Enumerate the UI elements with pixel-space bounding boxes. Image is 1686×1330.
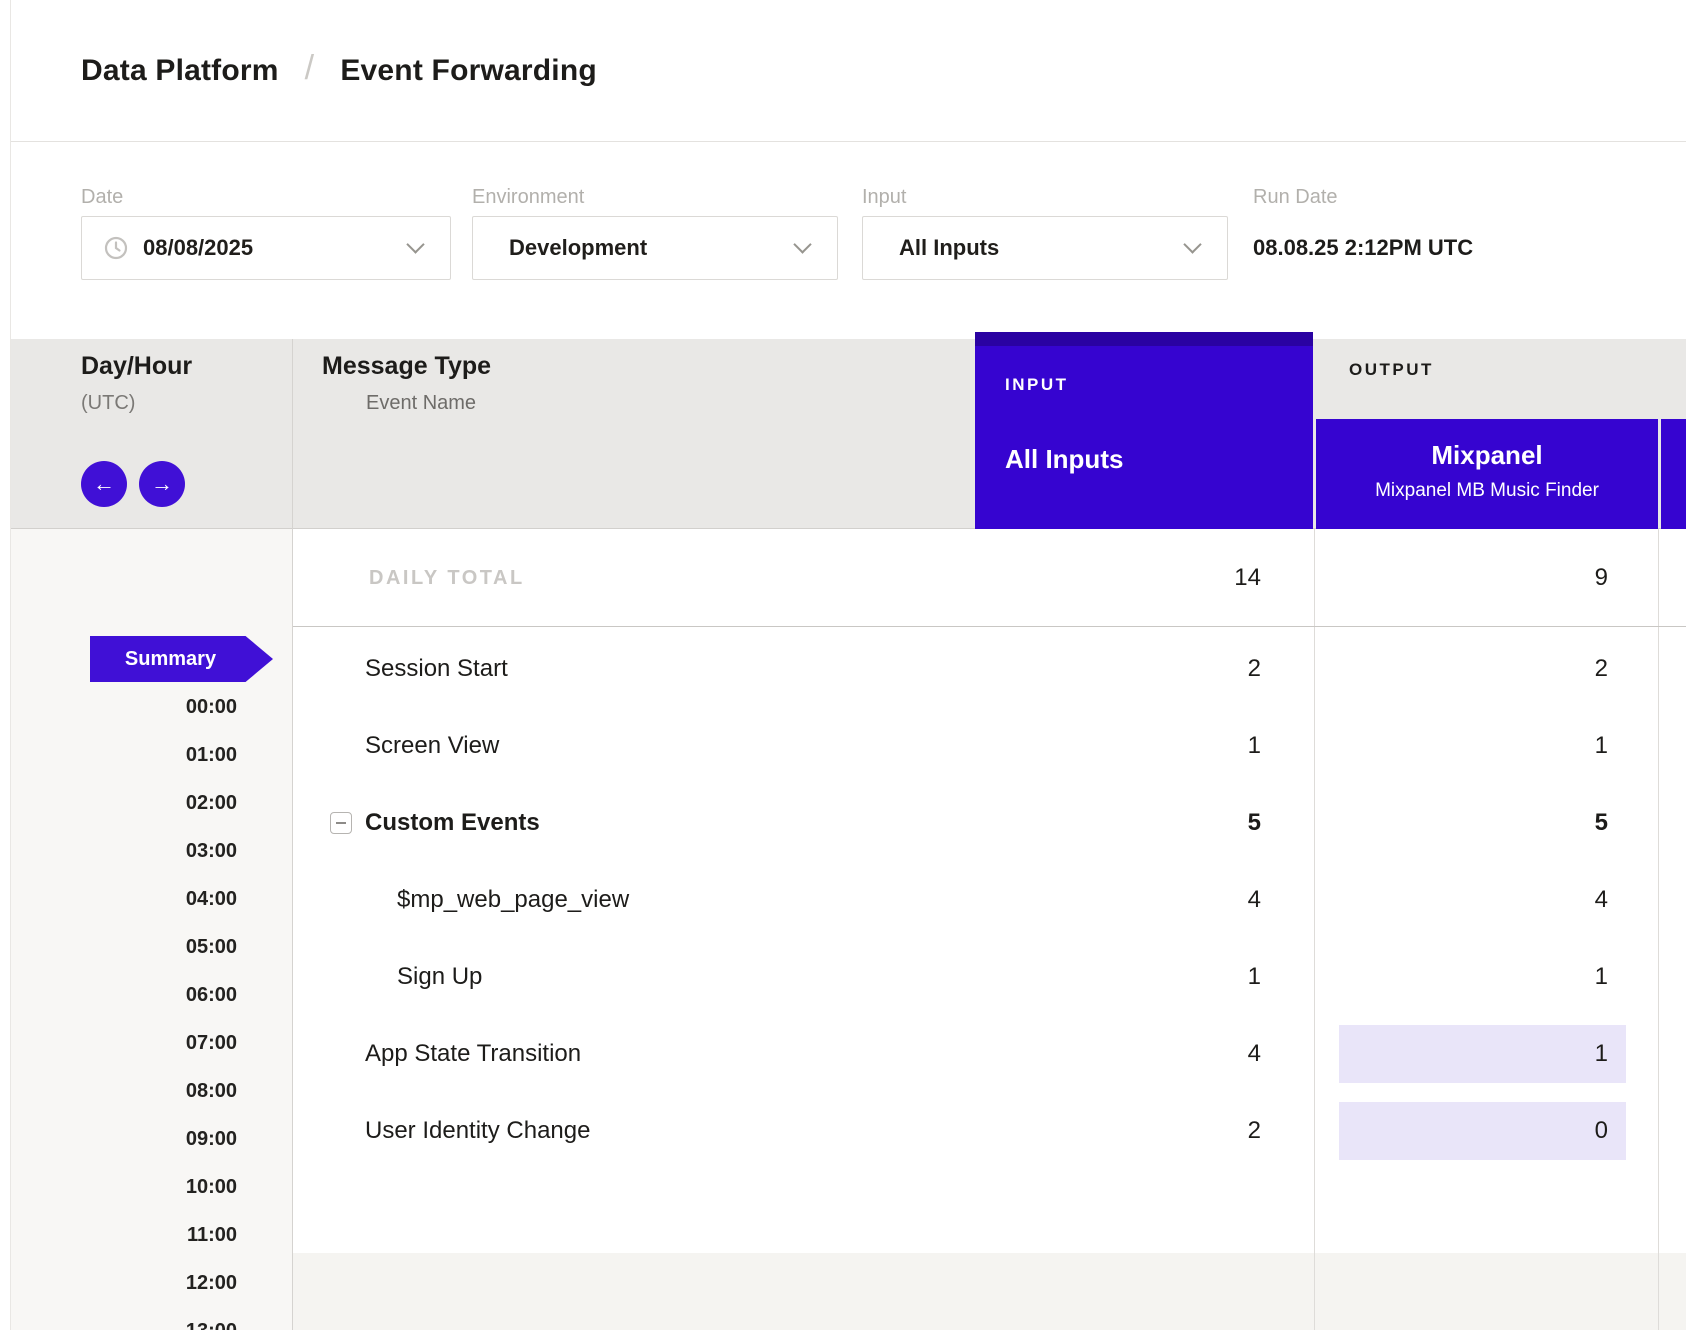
output-value-cell: 2: [1595, 630, 1608, 707]
table-row: Sign Up 1 1: [292, 938, 1686, 1015]
daily-total-input-value: 14: [1234, 529, 1261, 626]
input-column-name: All Inputs: [1005, 444, 1123, 475]
input-column-accent-strip: [975, 332, 1313, 346]
row-label: Custom Events: [365, 784, 540, 861]
breadcrumb-separator: /: [305, 49, 315, 88]
row-label: $mp_web_page_view: [397, 861, 629, 938]
hour-label[interactable]: 11:00: [0, 1211, 237, 1259]
environment-filter-label: Environment: [472, 186, 584, 209]
table-footer-area: [292, 1253, 1686, 1330]
hour-label[interactable]: 13:00: [0, 1307, 237, 1330]
row-label: User Identity Change: [365, 1092, 590, 1169]
hour-label[interactable]: 07:00: [0, 1019, 237, 1067]
row-label: Screen View: [365, 707, 499, 784]
table-row: $mp_web_page_view 4 4: [292, 861, 1686, 938]
input-value-cell: 1: [1248, 938, 1261, 1015]
output-column-subname: Mixpanel MB Music Finder: [1316, 480, 1658, 502]
clock-icon: [103, 235, 129, 261]
hour-label[interactable]: 00:00: [0, 683, 237, 731]
output-highlight: [1339, 1025, 1626, 1083]
hour-label[interactable]: 05:00: [0, 923, 237, 971]
daily-total-label: DAILY TOTAL: [369, 529, 525, 627]
collapse-toggle-minus-icon[interactable]: [330, 812, 352, 834]
date-dropdown[interactable]: 08/08/2025: [81, 216, 451, 280]
breadcrumb-bar: Data Platform / Event Forwarding: [11, 0, 1686, 142]
output-value-cell: 4: [1595, 861, 1608, 938]
row-label: Session Start: [365, 630, 508, 707]
input-dropdown[interactable]: All Inputs: [862, 216, 1228, 280]
minus-icon: [336, 822, 346, 824]
hour-label[interactable]: 02:00: [0, 779, 237, 827]
date-filter-label: Date: [81, 186, 123, 209]
input-filter-label: Input: [862, 186, 906, 209]
output-value-cell: 0: [1595, 1092, 1608, 1169]
table-row: Screen View 1 1: [292, 707, 1686, 784]
table-row: Session Start 2 2: [292, 630, 1686, 707]
day-hour-utc-label: (UTC): [81, 392, 135, 415]
hour-label[interactable]: 10:00: [0, 1163, 237, 1211]
input-value: All Inputs: [899, 235, 999, 261]
previous-day-button[interactable]: ←: [81, 461, 127, 507]
row-label: Sign Up: [397, 938, 482, 1015]
row-label: App State Transition: [365, 1015, 581, 1092]
input-value-cell: 4: [1248, 1015, 1261, 1092]
next-output-column-header-partial: [1661, 419, 1686, 529]
output-section-label: OUTPUT: [1349, 360, 1434, 380]
table-row: App State Transition 4 1: [292, 1015, 1686, 1092]
input-column-header: INPUT All Inputs: [975, 332, 1313, 529]
arrow-right-icon: →: [151, 471, 173, 497]
chevron-down-icon: [793, 235, 811, 253]
daily-total-output-value: 9: [1595, 529, 1608, 626]
hour-label[interactable]: 01:00: [0, 731, 237, 779]
day-hour-column-title: Day/Hour: [81, 352, 192, 381]
breadcrumb: Data Platform / Event Forwarding: [81, 51, 597, 90]
run-date-value: 08.08.25 2:12PM UTC: [1253, 216, 1473, 280]
input-value-cell: 5: [1248, 784, 1261, 861]
message-type-column-title: Message Type: [322, 352, 491, 381]
hour-label[interactable]: 03:00: [0, 827, 237, 875]
output-value-cell: 1: [1595, 707, 1608, 784]
hour-label[interactable]: 04:00: [0, 875, 237, 923]
output-value-cell: 1: [1595, 1015, 1608, 1092]
breadcrumb-item-event-forwarding: Event Forwarding: [340, 54, 597, 88]
output-column-header-mixpanel[interactable]: Mixpanel Mixpanel MB Music Finder: [1316, 419, 1658, 529]
hour-label[interactable]: 06:00: [0, 971, 237, 1019]
environment-value: Development: [509, 235, 647, 261]
input-value-cell: 1: [1248, 707, 1261, 784]
hour-label[interactable]: 08:00: [0, 1067, 237, 1115]
input-value-cell: 2: [1248, 1092, 1261, 1169]
hour-label[interactable]: 12:00: [0, 1259, 237, 1307]
summary-row-selector[interactable]: Summary: [90, 636, 273, 682]
breadcrumb-item-data-platform[interactable]: Data Platform: [81, 54, 279, 88]
input-value-cell: 2: [1248, 630, 1261, 707]
input-section-label: INPUT: [1005, 375, 1069, 395]
arrow-left-icon: ←: [93, 471, 115, 497]
environment-dropdown[interactable]: Development: [472, 216, 838, 280]
daily-total-row: DAILY TOTAL 14 9: [293, 529, 1686, 627]
hour-label[interactable]: 09:00: [0, 1115, 237, 1163]
table-row: User Identity Change 2 0: [292, 1092, 1686, 1169]
next-day-button[interactable]: →: [139, 461, 185, 507]
chevron-down-icon: [1183, 235, 1201, 253]
chevron-down-icon: [406, 235, 424, 253]
run-date-label: Run Date: [1253, 186, 1338, 209]
output-highlight: [1339, 1102, 1626, 1160]
date-value: 08/08/2025: [143, 235, 253, 261]
input-value-cell: 4: [1248, 861, 1261, 938]
event-forwarding-page: Data Platform / Event Forwarding Date En…: [0, 0, 1686, 1330]
table-row: Custom Events 5 5: [292, 784, 1686, 861]
output-column-name: Mixpanel: [1316, 440, 1658, 471]
output-value-cell: 5: [1595, 784, 1608, 861]
event-name-label: Event Name: [366, 392, 476, 415]
output-value-cell: 1: [1595, 938, 1608, 1015]
